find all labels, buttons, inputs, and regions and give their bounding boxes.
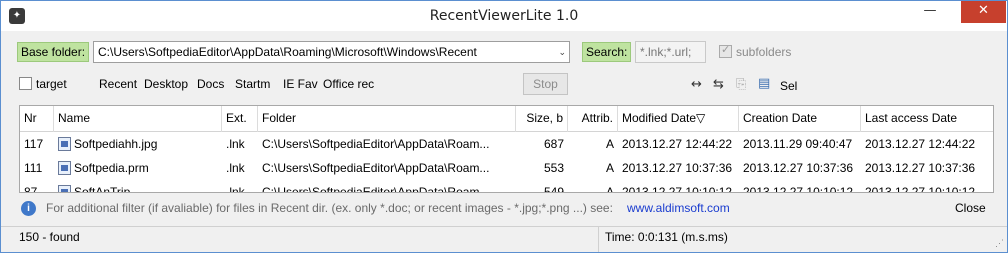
cell-ext: .lnk (226, 161, 245, 175)
status-divider (598, 226, 599, 252)
subfolders-label: subfolders (736, 45, 792, 59)
subfolders-checkbox[interactable] (719, 43, 732, 58)
column-header-created[interactable]: Creation Date (739, 106, 861, 132)
base-folder-label: Base folder: (17, 42, 90, 62)
cell-nr: 87 (24, 185, 38, 193)
cell-size: 687 (543, 137, 564, 151)
cell-created: 2013.12.27 10:37:36 (743, 161, 854, 175)
info-text: For additional filter (if avaliable) for… (46, 201, 613, 215)
sel-label[interactable]: Sel (780, 78, 797, 94)
column-header-size[interactable]: Size, b (516, 106, 568, 132)
stop-button[interactable]: Stop (523, 73, 568, 95)
cell-folder: C:\Users\SoftpediaEditor\AppData\Roam... (262, 185, 490, 193)
column-header-name[interactable]: Name (54, 106, 222, 132)
minimize-button[interactable]: — (916, 1, 944, 23)
window-title: RecentViewerLite 1.0 (429, 8, 579, 24)
image-file-icon (58, 137, 71, 151)
search-filter-input[interactable]: *.lnk;*.url; (635, 41, 706, 63)
cell-created: 2013.11.29 09:40:47 (743, 137, 853, 151)
table-row[interactable]: 117 Softpediahh.jpg .lnk C:\Users\Softpe… (20, 132, 993, 156)
cell-name-text: Softpedia.prm (74, 161, 149, 175)
cell-size: 553 (543, 161, 564, 175)
title-bar: ✦ RecentViewerLite 1.0 — ✕ (1, 1, 1007, 31)
table-row[interactable]: 111 Softpedia.prm .lnk C:\Users\Softpedi… (20, 156, 993, 180)
column-header-last-access[interactable]: Last access Date (861, 106, 993, 132)
base-folder-value: C:\Users\SoftpediaEditor\AppData\Roaming… (98, 45, 477, 59)
target-label: target (36, 77, 67, 91)
shortcut-docs[interactable]: Docs (197, 76, 224, 92)
copy-icon[interactable]: ⎘ (736, 77, 746, 93)
cell-attrib: A (605, 137, 614, 151)
found-count: 150 - found (19, 230, 80, 244)
search-label: Search: (582, 42, 632, 62)
base-folder-combo[interactable]: C:\Users\SoftpediaEditor\AppData\Roaming… (93, 41, 570, 63)
column-header-folder[interactable]: Folder (258, 106, 516, 132)
close-window-button[interactable]: ✕ (961, 1, 1006, 23)
cell-ext: .lnk (226, 137, 245, 151)
close-info-button[interactable]: Close (955, 200, 986, 216)
notepad-icon[interactable]: ▤ (758, 76, 770, 92)
cell-last-access: 2013.12.27 10:37:36 (865, 161, 976, 175)
cell-nr: 111 (24, 161, 43, 175)
cell-ext: .lnk (226, 185, 245, 193)
status-bar (1, 226, 1007, 252)
cell-folder: C:\Users\SoftpediaEditor\AppData\Roam... (262, 161, 490, 175)
cell-attrib: A (605, 161, 614, 175)
cell-modified: 2013.12.27 10:10:12 (622, 185, 733, 193)
table-header: Nr Name Ext. Folder Size, b Attrib. Modi… (20, 106, 993, 132)
results-table: Nr Name Ext. Folder Size, b Attrib. Modi… (19, 105, 994, 193)
shortcut-office-rec[interactable]: Office rec (323, 76, 374, 92)
cell-folder: C:\Users\SoftpediaEditor\AppData\Roam... (262, 137, 490, 151)
resize-grip-icon[interactable]: ⋰ (995, 238, 1004, 249)
cell-modified: 2013.12.27 10:37:36 (622, 161, 733, 175)
shrink-columns-icon[interactable]: ⇆ (713, 77, 724, 93)
cell-name: SoftAnTrip... (54, 180, 222, 193)
file-icon (58, 185, 71, 192)
cell-created: 2013.12.27 10:10:12 (743, 185, 854, 193)
table-row[interactable]: 87 SoftAnTrip... .lnk C:\Users\Softpedia… (20, 180, 993, 193)
website-link[interactable]: www.aldimsoft.com (627, 200, 730, 216)
cell-nr: 117 (24, 137, 44, 151)
document-file-icon (58, 161, 71, 175)
column-header-modified[interactable]: Modified Date▽ (618, 106, 739, 132)
cell-last-access: 2013.12.27 10:10:12 (865, 185, 976, 193)
elapsed-time: Time: 0:0:131 (m.s.ms) (605, 230, 728, 244)
cell-name: Softpedia.prm (54, 156, 222, 180)
target-checkbox[interactable] (19, 77, 32, 90)
shortcut-ie-fav[interactable]: IE Fav (283, 76, 318, 92)
cell-attrib: A (605, 185, 614, 193)
shortcut-recent[interactable]: Recent (99, 76, 137, 92)
column-header-ext[interactable]: Ext. (222, 106, 258, 132)
cell-name-text: Softpediahh.jpg (74, 137, 158, 151)
info-icon: i (21, 201, 36, 216)
cell-name-text: SoftAnTrip... (74, 185, 141, 193)
shortcut-desktop[interactable]: Desktop (144, 76, 188, 92)
cell-name: Softpediahh.jpg (54, 132, 222, 156)
shortcut-startm[interactable]: Startm (235, 76, 270, 92)
app-window: ✦ RecentViewerLite 1.0 — ✕ Base folder: … (0, 0, 1008, 253)
column-header-nr[interactable]: Nr (20, 106, 54, 132)
column-header-attrib[interactable]: Attrib. (568, 106, 618, 132)
expand-columns-icon[interactable]: ↔ (691, 77, 702, 93)
cell-last-access: 2013.12.27 12:44:22 (865, 137, 976, 151)
cell-modified: 2013.12.27 12:44:22 (622, 137, 733, 151)
cell-size: 549 (543, 185, 564, 193)
chevron-down-icon[interactable]: ⌄ (558, 42, 566, 62)
